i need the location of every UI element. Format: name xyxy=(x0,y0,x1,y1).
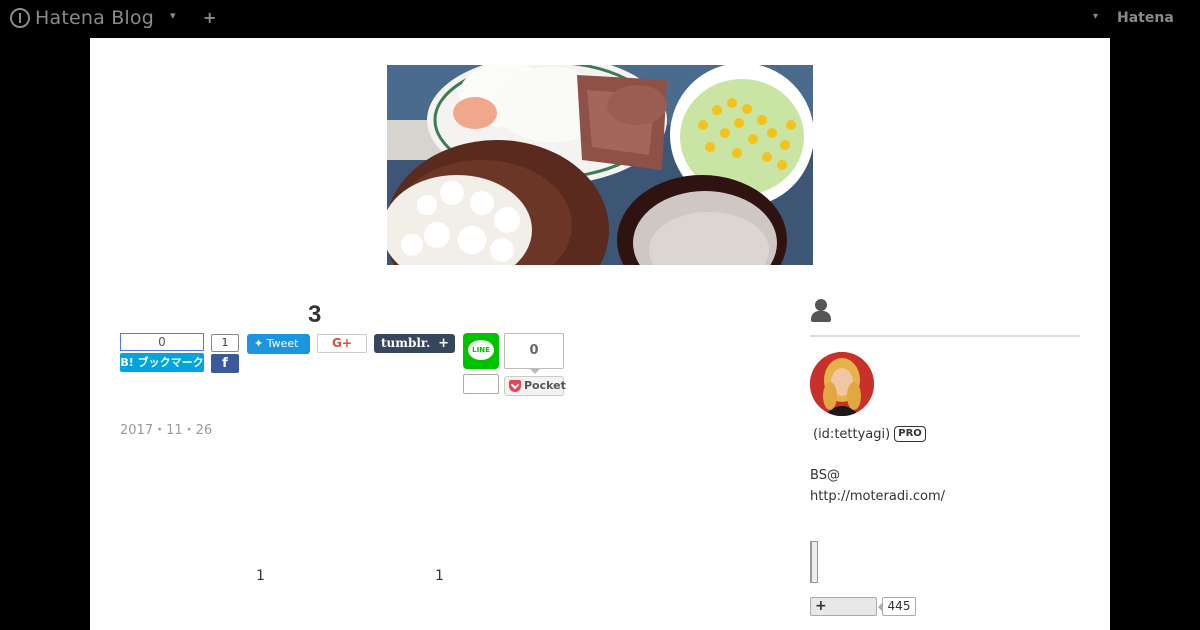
avatar[interactable] xyxy=(810,352,874,416)
food-photo xyxy=(387,65,813,265)
facebook-icon: f xyxy=(222,356,228,371)
googleplus-share-button[interactable]: G+ xyxy=(317,334,367,353)
profile-description: BS@ http://moteradi.com/ xyxy=(810,465,945,507)
twitter-bird-icon: ✦ xyxy=(254,337,264,350)
pocket-icon xyxy=(509,380,521,392)
logo-text: Hatena Blog xyxy=(35,7,154,29)
follower-count: 445 xyxy=(878,597,916,616)
menu-dropdown-icon[interactable]: ▾ xyxy=(170,9,176,22)
facebook-share-button[interactable]: f xyxy=(211,354,239,373)
body-text-number: 1 xyxy=(435,568,444,584)
global-header: Hatena Blog ▾ + ▾ Hatena xyxy=(0,0,1200,38)
avatar-image xyxy=(810,352,874,416)
tweet-button[interactable]: ✦ Tweet xyxy=(247,334,310,354)
pro-badge[interactable]: PRO xyxy=(894,426,926,442)
blog-page: 3 0 B! ブックマーク 1 f ✦ Tweet G+ tumblr. + L… xyxy=(90,38,1110,630)
line-share-button[interactable]: LINE xyxy=(463,333,499,369)
profile-link[interactable]: http://moteradi.com/ xyxy=(810,486,945,507)
tumblr-share-button[interactable]: tumblr. + xyxy=(374,334,455,353)
hatena-logo-icon xyxy=(10,8,30,28)
hatena-bookmark-count[interactable]: 0 xyxy=(120,333,204,351)
user-id[interactable]: (id:tettyagi) xyxy=(813,427,890,442)
description-text: BS@ xyxy=(810,468,840,483)
tweet-label: Tweet xyxy=(266,337,299,350)
scroll-widget[interactable] xyxy=(810,541,818,583)
hatena-blog-logo[interactable]: Hatena Blog xyxy=(10,7,154,29)
pocket-count: 0 xyxy=(504,333,564,369)
pocket-label: Pocket xyxy=(524,379,566,392)
line-icon: LINE xyxy=(468,340,494,360)
sidebar-divider xyxy=(810,335,1080,337)
hatena-bookmark-button[interactable]: B! ブックマーク xyxy=(120,353,204,372)
follow-button[interactable]: + xyxy=(810,597,877,616)
hatena-home-link[interactable]: Hatena xyxy=(1117,10,1174,26)
body-text-number: 1 xyxy=(256,568,265,584)
header-image[interactable] xyxy=(387,65,813,265)
user-icon xyxy=(810,299,832,323)
add-post-button[interactable]: + xyxy=(203,8,216,27)
line-share-count xyxy=(463,374,499,394)
pocket-save-button[interactable]: Pocket xyxy=(504,376,566,396)
facebook-share-count[interactable]: 1 xyxy=(211,334,239,352)
plus-icon: + xyxy=(438,336,449,351)
pocket-count-arrow xyxy=(530,369,540,374)
tumblr-label: tumblr. xyxy=(381,336,431,350)
account-dropdown-icon[interactable]: ▾ xyxy=(1093,11,1098,22)
entry-date[interactable]: 2017・11・26 xyxy=(120,419,212,438)
entry-title[interactable]: 3 xyxy=(308,301,321,329)
